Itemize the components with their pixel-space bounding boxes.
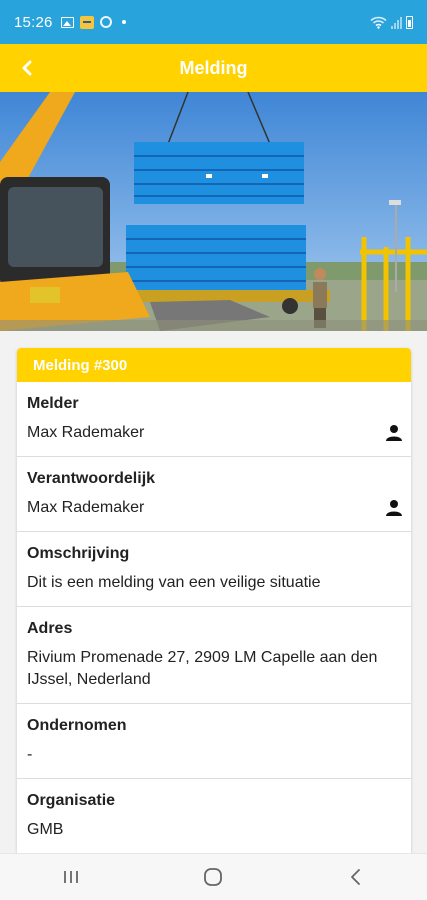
person-icon[interactable] (385, 499, 403, 517)
field-value: GMB (27, 821, 64, 838)
field-verantwoordelijk: Verantwoordelijk Max Rademaker (17, 457, 411, 532)
back-icon (350, 869, 360, 885)
signal-icon (391, 16, 402, 29)
system-nav-bar (0, 853, 427, 900)
status-time: 15:26 (14, 13, 53, 31)
melding-card: Melding #300 Melder Max Rademaker Verant… (17, 348, 411, 853)
field-label: Organisatie (27, 792, 116, 809)
field-melder: Melder Max Rademaker (17, 382, 411, 457)
back-button[interactable] (12, 54, 42, 82)
field-value: Dit is een melding van een veilige situa… (27, 574, 321, 591)
field-value: Max Rademaker (27, 499, 145, 516)
field-label: Adres (27, 620, 73, 637)
chevron-left-icon (22, 60, 32, 76)
construction-photo (0, 92, 427, 331)
app-bar: Melding (0, 44, 427, 92)
home-icon (204, 868, 223, 886)
app-notification-icon (79, 15, 94, 29)
field-value: Max Rademaker (27, 424, 145, 441)
status-bar: 15:26 (0, 0, 427, 44)
field-organisatie: Organisatie GMB (17, 779, 411, 853)
field-omschrijving: Omschrijving Dit is een melding van een … (17, 532, 411, 607)
card-header: Melding #300 (17, 348, 411, 382)
dot-icon (121, 20, 126, 24)
field-value: Rivium Promenade 27, 2909 LM Capelle aan… (27, 649, 378, 688)
sync-ring-icon (99, 16, 112, 28)
home-button[interactable] (183, 857, 243, 897)
hero-image (0, 92, 427, 331)
recent-apps-button[interactable] (41, 857, 101, 897)
page-title: Melding (179, 57, 248, 78)
field-value: - (27, 746, 33, 763)
recent-apps-icon (64, 871, 79, 883)
wifi-icon (370, 16, 387, 29)
image-icon (60, 16, 74, 28)
field-label: Omschrijving (27, 545, 130, 562)
field-ondernomen: Ondernomen - (17, 704, 411, 779)
field-label: Melder (27, 395, 79, 412)
field-label: Ondernomen (27, 717, 127, 734)
battery-icon (406, 15, 413, 29)
field-adres: Adres Rivium Promenade 27, 2909 LM Capel… (17, 607, 411, 704)
person-icon[interactable] (385, 424, 403, 442)
system-back-button[interactable] (326, 857, 386, 897)
field-label: Verantwoordelijk (27, 470, 156, 487)
